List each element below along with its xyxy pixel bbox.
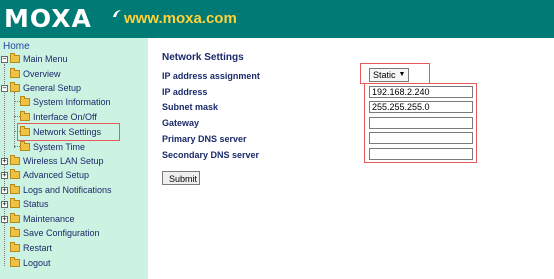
sidebar-item-label: General Setup xyxy=(23,83,82,93)
sidebar-item-label: Main Menu xyxy=(23,54,68,64)
gateway-label: Gateway xyxy=(162,118,200,128)
sidebar-item-main-menu[interactable]: − Main Menu xyxy=(1,53,68,65)
ip-address-label: IP address xyxy=(162,87,208,97)
sidebar-item-label: Overview xyxy=(23,69,61,79)
header-bar: MOXA www.moxa.com xyxy=(0,0,554,38)
folder-icon xyxy=(10,213,20,223)
sidebar-item-label: Status xyxy=(23,199,49,209)
sidebar-item-restart[interactable]: Restart xyxy=(10,242,52,254)
folder-icon xyxy=(20,141,30,151)
ip-assignment-label: IP address assignment xyxy=(162,71,260,81)
expand-icon[interactable]: + xyxy=(1,200,8,208)
sidebar-item-label: Save Configuration xyxy=(23,228,100,238)
submit-button[interactable]: Submit xyxy=(162,171,200,185)
expand-icon[interactable]: + xyxy=(1,157,8,165)
folder-icon xyxy=(10,242,20,252)
sidebar-item-system-time[interactable]: System Time xyxy=(20,141,85,153)
sidebar-home-link[interactable]: Home xyxy=(3,41,30,52)
folder-icon xyxy=(10,169,20,179)
expand-icon[interactable]: + xyxy=(1,186,8,194)
sidebar-item-label: Interface On/Off xyxy=(33,112,97,122)
sidebar-item-label: Logout xyxy=(23,258,51,268)
sidebar-item-system-information[interactable]: System Information xyxy=(20,96,111,108)
logo-swoosh-icon xyxy=(113,10,121,17)
sidebar-item-label: System Time xyxy=(33,142,86,152)
sidebar-item-general-setup[interactable]: − General Setup xyxy=(1,82,81,94)
folder-icon xyxy=(10,198,20,208)
sidebar-item-label: System Information xyxy=(33,97,111,107)
highlight-box xyxy=(364,83,477,163)
folder-icon xyxy=(10,257,20,267)
folder-icon xyxy=(20,96,30,106)
folder-icon xyxy=(10,82,20,92)
sidebar-item-logout[interactable]: Logout xyxy=(10,257,51,269)
secondary-dns-label: Secondary DNS server xyxy=(162,150,260,160)
sidebar-item-advanced-setup[interactable]: + Advanced Setup xyxy=(1,169,89,181)
folder-icon xyxy=(20,111,30,121)
website-link[interactable]: www.moxa.com xyxy=(124,10,237,28)
sidebar-item-label: Restart xyxy=(23,243,53,253)
sidebar-item-save-configuration[interactable]: Save Configuration xyxy=(10,227,100,239)
folder-icon xyxy=(10,155,20,165)
sidebar: Home − Main Menu Overview − General Setu… xyxy=(0,38,148,279)
expand-icon[interactable]: + xyxy=(1,171,8,179)
expand-icon[interactable]: + xyxy=(1,215,8,223)
sidebar-item-interface-onoff[interactable]: Interface On/Off xyxy=(20,111,97,123)
subnet-mask-label: Subnet mask xyxy=(162,102,219,112)
folder-icon xyxy=(10,68,20,78)
page-title: Network Settings xyxy=(162,52,244,63)
sidebar-item-overview[interactable]: Overview xyxy=(10,68,61,80)
folder-icon xyxy=(10,227,20,237)
highlight-box xyxy=(17,123,120,141)
sidebar-item-maintenance[interactable]: + Maintenance xyxy=(1,213,75,225)
sidebar-item-wireless-lan-setup[interactable]: + Wireless LAN Setup xyxy=(1,155,104,167)
sidebar-item-status[interactable]: + Status xyxy=(1,198,49,210)
primary-dns-label: Primary DNS server xyxy=(162,134,247,144)
sidebar-item-label: Wireless LAN Setup xyxy=(23,156,104,166)
highlight-box xyxy=(360,63,430,84)
sidebar-item-logs-notifications[interactable]: + Logs and Notifications xyxy=(1,184,112,196)
main-content: Network Settings IP address assignment S… xyxy=(148,38,554,279)
collapse-icon[interactable]: − xyxy=(1,55,8,63)
folder-icon xyxy=(10,53,20,63)
sidebar-item-label: Maintenance xyxy=(23,214,75,224)
folder-icon xyxy=(10,184,20,194)
sidebar-item-label: Advanced Setup xyxy=(23,170,90,180)
collapse-icon[interactable]: − xyxy=(1,84,8,92)
sidebar-item-label: Logs and Notifications xyxy=(23,185,112,195)
moxa-logo[interactable]: MOXA xyxy=(4,5,92,33)
